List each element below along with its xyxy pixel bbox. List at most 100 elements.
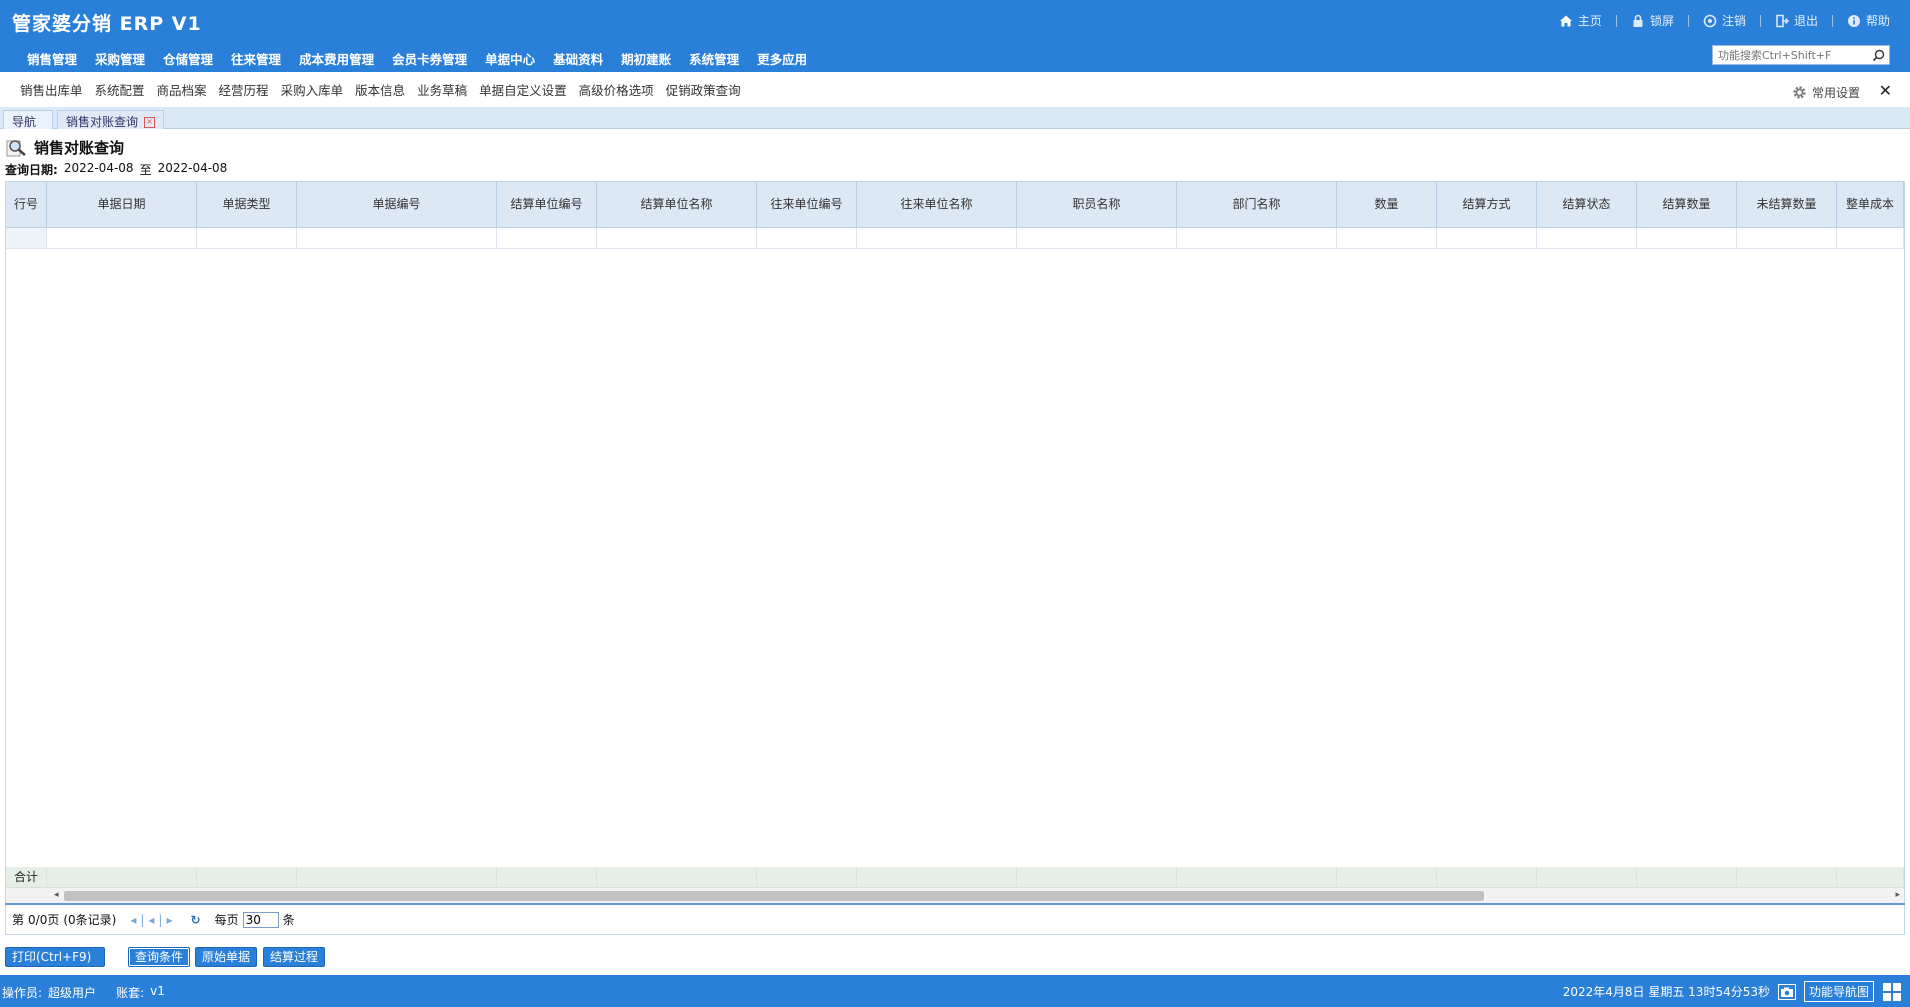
table-cell <box>297 228 497 248</box>
print-button[interactable]: 打印(Ctrl+F9) <box>5 947 105 967</box>
column-header[interactable]: 整单成本 <box>1837 182 1904 227</box>
quick-link-price-options[interactable]: 高级价格选项 <box>573 80 660 99</box>
app-title: 管家婆分销 ERP V1 <box>12 13 202 35</box>
top-link-help[interactable]: 帮助 <box>1847 12 1890 29</box>
column-header[interactable]: 职员名称 <box>1017 182 1177 227</box>
tab-label: 导航 <box>12 115 37 129</box>
page-title: 销售对账查询 <box>34 139 125 157</box>
query-conditions-button[interactable]: 查询条件 <box>128 947 191 967</box>
total-cell <box>1177 867 1337 887</box>
function-nav-map-button[interactable]: 功能导航图 <box>1803 981 1874 1002</box>
nav-item-cost[interactable]: 成本费用管理 <box>290 49 383 68</box>
camera-icon[interactable] <box>1777 983 1796 1000</box>
quick-link-products[interactable]: 商品档案 <box>151 80 213 99</box>
total-cell <box>1017 867 1177 887</box>
home-icon <box>1559 15 1572 26</box>
total-cell <box>1837 867 1904 887</box>
table-cell <box>497 228 597 248</box>
status-left: 操作员: 超级用户 账套: v1 <box>2 984 165 1001</box>
pager-nav-arrows[interactable]: ◂|◂|▸ <box>130 913 176 927</box>
settlement-process-button[interactable]: 结算过程 <box>263 947 326 967</box>
column-header[interactable]: 未结算数量 <box>1737 182 1837 227</box>
table-cell <box>47 228 197 248</box>
column-header[interactable]: 结算单位编号 <box>497 182 597 227</box>
quick-link-history[interactable]: 经营历程 <box>213 80 275 99</box>
total-cell <box>1537 867 1637 887</box>
quick-link-system-config[interactable]: 系统配置 <box>89 80 151 99</box>
original-document-button[interactable]: 原始单据 <box>195 947 258 967</box>
column-header[interactable]: 行号 <box>6 182 47 227</box>
top-link-label: 退出 <box>1793 14 1818 28</box>
quick-link-promotions[interactable]: 促销政策查询 <box>660 80 747 99</box>
top-link-label: 帮助 <box>1865 14 1890 28</box>
nav-item-accounts[interactable]: 往来管理 <box>222 49 290 68</box>
function-search-input[interactable] <box>1713 46 1868 64</box>
total-cell <box>857 867 1017 887</box>
operator-label: 操作员: <box>2 986 43 1000</box>
tab-close-icon[interactable]: × <box>144 117 156 128</box>
quick-link-drafts[interactable]: 业务草稿 <box>411 80 473 99</box>
column-header[interactable]: 结算方式 <box>1437 182 1537 227</box>
quick-link-custom-docs[interactable]: 单据自定义设置 <box>473 80 573 99</box>
query-date-from: 2022-04-08 <box>63 161 134 175</box>
per-page-input[interactable] <box>242 911 279 928</box>
quick-link-purchase-in[interactable]: 采购入库单 <box>275 80 350 99</box>
column-header[interactable]: 单据日期 <box>47 182 197 227</box>
nav-item-documents[interactable]: 单据中心 <box>476 49 544 68</box>
column-header[interactable]: 往来单位编号 <box>757 182 857 227</box>
divider <box>1831 14 1833 27</box>
nav-item-system[interactable]: 系统管理 <box>680 49 748 68</box>
total-cell <box>47 867 197 887</box>
column-header[interactable]: 结算单位名称 <box>597 182 757 227</box>
column-header[interactable]: 部门名称 <box>1177 182 1337 227</box>
horizontal-scrollbar[interactable]: ◂ ▸ <box>6 887 1904 903</box>
nav-item-purchase[interactable]: 采购管理 <box>86 49 154 68</box>
quick-link-sales-out[interactable]: 销售出库单 <box>14 80 89 99</box>
pager-records: (0条记录) <box>63 913 117 927</box>
top-link-label: 注销 <box>1721 14 1746 28</box>
table-cell <box>1437 228 1537 248</box>
top-link-logout[interactable]: 注销 <box>1703 12 1746 29</box>
column-header[interactable]: 单据编号 <box>297 182 497 227</box>
tab-sales-reconciliation[interactable]: 销售对账查询 × <box>57 110 164 129</box>
nav-item-member[interactable]: 会员卡券管理 <box>383 49 476 68</box>
tab-navigation[interactable]: 导航 <box>3 110 53 129</box>
tab-label: 销售对账查询 <box>66 115 139 129</box>
logout-circle-icon <box>1703 14 1717 27</box>
divider <box>1759 14 1761 27</box>
column-header[interactable]: 单据类型 <box>197 182 297 227</box>
total-cell <box>1737 867 1837 887</box>
column-header[interactable]: 往来单位名称 <box>857 182 1017 227</box>
grid-apps-icon[interactable] <box>1882 982 1902 1002</box>
common-settings-button[interactable]: 常用设置 <box>1792 84 1860 101</box>
top-link-exit[interactable]: 退出 <box>1775 12 1818 29</box>
top-link-home[interactable]: 主页 <box>1559 12 1602 29</box>
query-date-separator: 至 <box>139 163 152 177</box>
nav-item-more[interactable]: 更多应用 <box>748 49 816 68</box>
top-link-lock[interactable]: 锁屏 <box>1631 12 1674 29</box>
scroll-right-icon[interactable]: ▸ <box>1895 890 1900 900</box>
table-cell <box>6 228 47 248</box>
reconciliation-table: 行号 单据日期 单据类型 单据编号 结算单位编号 结算单位名称 往来单位编号 往… <box>5 181 1905 904</box>
query-date-to: 2022-04-08 <box>157 161 228 175</box>
table-row[interactable] <box>6 228 1904 249</box>
table-cell <box>757 228 857 248</box>
close-icon[interactable]: ✕ <box>1879 81 1892 100</box>
table-cell <box>1337 228 1437 248</box>
nav-item-opening[interactable]: 期初建账 <box>612 49 680 68</box>
refresh-icon[interactable]: ↻ <box>191 913 201 927</box>
quick-link-version[interactable]: 版本信息 <box>349 80 411 99</box>
scrollbar-thumb[interactable] <box>64 891 1484 901</box>
pager-page-info: 0/0页 <box>28 913 60 927</box>
column-header[interactable]: 结算数量 <box>1637 182 1737 227</box>
column-header[interactable]: 数量 <box>1337 182 1437 227</box>
scroll-left-icon[interactable]: ◂ <box>54 890 59 900</box>
search-icon[interactable] <box>1872 49 1885 62</box>
total-cell <box>1637 867 1737 887</box>
table-cell <box>857 228 1017 248</box>
column-header[interactable]: 结算状态 <box>1537 182 1637 227</box>
nav-item-basic-data[interactable]: 基础资料 <box>544 49 612 68</box>
nav-item-warehouse[interactable]: 仓储管理 <box>154 49 222 68</box>
nav-item-sales[interactable]: 销售管理 <box>18 49 86 68</box>
